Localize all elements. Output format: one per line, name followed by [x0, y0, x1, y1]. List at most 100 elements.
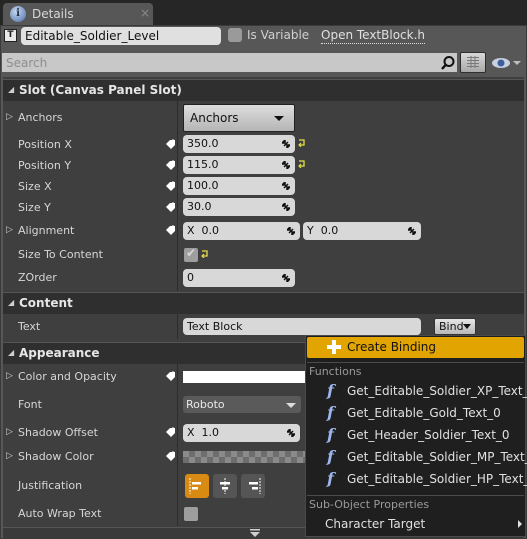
variable-binding-icon[interactable] — [165, 371, 177, 382]
chevron-down-icon — [274, 116, 284, 121]
shadow-color-swatch[interactable] — [183, 451, 308, 463]
details-info-icon: i — [10, 6, 26, 22]
tab-details[interactable]: i Details × — [3, 3, 153, 25]
shadow-offset-label: Shadow Offset — [18, 426, 98, 439]
function-icon: f — [327, 447, 334, 466]
color-opacity-label: Color and Opacity — [18, 370, 117, 383]
expand-advanced-icon[interactable] — [249, 529, 261, 538]
reset-to-default-icon[interactable] — [298, 160, 306, 168]
drag-resize-icon[interactable] — [287, 429, 295, 437]
widget-name-input[interactable] — [21, 27, 221, 45]
function-item[interactable]: f Get_Editable_Soldier_XP_Text_0 — [307, 381, 527, 401]
text-label: Text — [18, 320, 41, 333]
shadow-offset-x-field[interactable]: X 1.0 — [183, 424, 300, 442]
character-target-item[interactable]: Character Target — [307, 514, 524, 534]
grid-icon — [467, 56, 479, 68]
justify-right-button[interactable] — [241, 474, 265, 498]
drag-resize-icon[interactable] — [282, 274, 290, 282]
function-item[interactable]: f Get_Editable_Soldier_HP_Text_0 — [307, 469, 527, 489]
variable-binding-icon[interactable] — [165, 225, 177, 236]
function-icon: f — [327, 403, 334, 422]
character-target-label: Character Target — [325, 517, 426, 531]
expand-arrow-icon[interactable]: ▷ — [6, 427, 13, 437]
position-x-value: 350.0 — [187, 137, 219, 150]
variable-binding-icon[interactable] — [165, 427, 177, 438]
alignment-y-field[interactable]: Y 0.0 — [303, 222, 421, 240]
view-options-eye-icon[interactable] — [490, 55, 524, 71]
zorder-label: ZOrder — [18, 271, 57, 284]
close-tab-icon[interactable]: × — [140, 6, 150, 20]
shadow-color-label: Shadow Color — [18, 450, 94, 463]
zorder-field[interactable]: 0 — [183, 269, 295, 287]
create-binding-item[interactable]: Create Binding — [307, 337, 524, 358]
variable-binding-icon[interactable] — [165, 160, 177, 171]
function-item[interactable]: f Get_Editable_Soldier_MP_Text_0 — [307, 447, 527, 467]
column-divider[interactable] — [177, 101, 178, 291]
drag-resize-icon[interactable] — [282, 182, 290, 190]
drag-resize-icon[interactable] — [282, 140, 290, 148]
checkmark-icon: ✔ — [186, 246, 197, 260]
functions-heading: Functions — [309, 365, 362, 378]
menu-separator — [307, 495, 524, 496]
position-x-label: Position X — [18, 138, 72, 151]
function-label: Get_Editable_Gold_Text_0 — [347, 406, 501, 420]
reset-to-default-icon[interactable] — [298, 139, 306, 147]
position-y-field[interactable]: 115.0 — [183, 156, 295, 174]
drag-resize-icon[interactable] — [282, 161, 290, 169]
function-label: Get_Editable_Soldier_XP_Text_0 — [347, 384, 527, 398]
function-item[interactable]: f Get_Header_Soldier_Text_0 — [307, 425, 524, 445]
anchors-dropdown[interactable]: Anchors — [183, 104, 295, 132]
position-x-field[interactable]: 350.0 — [183, 135, 295, 153]
size-to-content-checkbox[interactable]: ✔ — [184, 246, 198, 262]
search-input[interactable] — [2, 53, 457, 72]
section-content[interactable]: ◢ Content — [3, 292, 524, 314]
expand-arrow-icon[interactable]: ▷ — [6, 451, 13, 461]
plus-icon — [327, 340, 341, 354]
size-x-field[interactable]: 100.0 — [183, 177, 295, 195]
alignment-x-field[interactable]: X 0.0 — [183, 222, 300, 240]
search-icon[interactable] — [440, 55, 456, 71]
property-matrix-button[interactable] — [460, 52, 486, 73]
section-title: Slot (Canvas Panel Slot) — [19, 83, 182, 97]
function-item[interactable]: f Get_Editable_Gold_Text_0 — [307, 403, 524, 423]
justify-left-button[interactable] — [185, 474, 209, 498]
drag-resize-icon[interactable] — [282, 203, 290, 211]
variable-binding-icon[interactable] — [165, 202, 177, 213]
text-value-field[interactable]: Text Block — [183, 318, 421, 335]
is-variable-checkbox[interactable] — [228, 28, 242, 42]
column-divider[interactable] — [177, 314, 178, 339]
justify-center-button[interactable] — [213, 474, 237, 498]
expand-arrow-icon[interactable]: ▷ — [6, 371, 13, 381]
font-dropdown[interactable]: Roboto — [183, 396, 301, 413]
alignment-label: Alignment — [18, 224, 75, 237]
open-source-link[interactable]: Open TextBlock.h — [321, 27, 426, 44]
subobject-heading: Sub-Object Properties — [309, 498, 430, 511]
function-label: Get_Editable_Soldier_MP_Text_0 — [347, 450, 527, 464]
alignment-x-value: X 0.0 — [187, 224, 220, 237]
variable-binding-icon[interactable] — [165, 139, 177, 150]
create-binding-label: Create Binding — [347, 340, 437, 354]
bind-dropdown-button[interactable]: Bind — [434, 318, 476, 335]
expand-arrow-icon[interactable]: ▷ — [6, 112, 13, 122]
position-y-value: 115.0 — [187, 158, 219, 171]
align-left-icon — [189, 478, 201, 494]
drag-resize-icon[interactable] — [287, 227, 295, 235]
drag-resize-icon[interactable] — [408, 227, 416, 235]
chevron-down-icon — [463, 324, 471, 329]
size-y-field[interactable]: 30.0 — [183, 198, 295, 216]
reset-to-default-icon[interactable] — [201, 250, 209, 258]
size-x-value: 100.0 — [187, 179, 219, 192]
font-label: Font — [18, 398, 42, 411]
function-icon: f — [327, 381, 334, 400]
bind-label: Bind — [439, 320, 464, 333]
font-value: Roboto — [186, 398, 225, 411]
collapse-triangle-icon: ◢ — [8, 298, 15, 307]
variable-binding-icon[interactable] — [165, 181, 177, 192]
column-divider[interactable] — [177, 364, 178, 526]
size-y-label: Size Y — [18, 201, 51, 214]
expand-arrow-icon[interactable]: ▷ — [6, 225, 13, 235]
section-slot[interactable]: ◢ Slot (Canvas Panel Slot) — [3, 79, 524, 101]
variable-binding-icon[interactable] — [165, 451, 177, 462]
auto-wrap-checkbox[interactable] — [184, 507, 198, 521]
color-opacity-swatch[interactable] — [183, 371, 308, 383]
